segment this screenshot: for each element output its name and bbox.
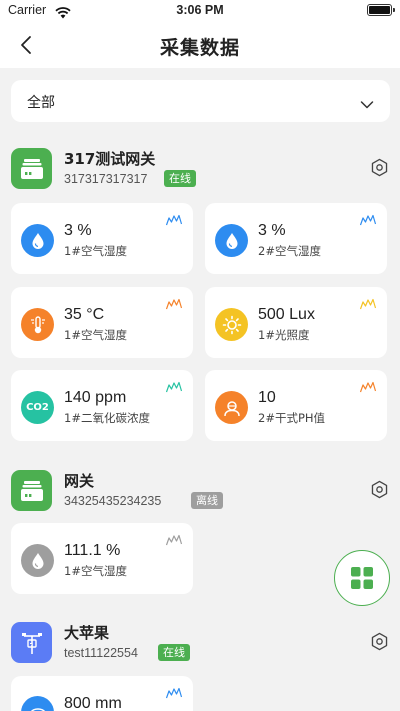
sensor-value: 35 °C xyxy=(64,306,105,323)
settings-hexagon-icon xyxy=(371,158,388,177)
page-title: 采集数据 xyxy=(159,37,240,59)
sensor-card[interactable]: CO2 140 ppm 1#二氧化碳浓度 xyxy=(11,370,193,441)
status-bar: Carrier 3:06 PM xyxy=(0,0,400,22)
status-badge: 在线 xyxy=(164,170,196,187)
sensor-value: 3 % xyxy=(64,222,92,239)
weather-station-icon xyxy=(11,622,52,663)
trend-chart-icon[interactable] xyxy=(359,295,377,314)
trend-chart-icon[interactable] xyxy=(359,378,377,397)
nav-bar: 采集数据 xyxy=(0,22,400,68)
gateway-settings-button[interactable] xyxy=(370,480,389,499)
menu-grid-button[interactable] xyxy=(334,550,390,606)
ph-sensor-icon xyxy=(215,391,248,424)
clock: 3:06 PM xyxy=(176,3,224,17)
sensor-value: 111.1 % xyxy=(64,542,121,559)
sensor-card[interactable]: 500 Lux 1#光照度 xyxy=(205,287,387,358)
co2-icon: CO2 xyxy=(21,391,54,424)
sensor-label: 2#干式PH值 xyxy=(258,411,326,425)
gateway-filter-select[interactable]: 全部 xyxy=(11,80,390,122)
sensor-card[interactable]: 111.1 % 1#空气湿度 xyxy=(11,523,193,594)
gateway-id: 317317317317 xyxy=(64,172,148,186)
sensor-value: 10 xyxy=(258,389,276,406)
sensor-card[interactable]: 3 % 1#空气湿度 xyxy=(11,203,193,274)
gateway-name: 网关 xyxy=(64,472,95,490)
sensor-label: 1#空气湿度 xyxy=(64,564,127,578)
filter-selected-value: 全部 xyxy=(27,95,55,111)
status-badge: 离线 xyxy=(191,492,223,509)
sensor-card[interactable]: 35 °C 1#空气湿度 xyxy=(11,287,193,358)
trend-chart-icon[interactable] xyxy=(165,295,183,314)
sensor-value: 3 % xyxy=(258,222,286,239)
sensor-card[interactable]: 3 % 2#空气湿度 xyxy=(205,203,387,274)
settings-hexagon-icon xyxy=(371,632,388,651)
gateway-icon xyxy=(11,470,52,511)
gateway-name: 317测试网关 xyxy=(64,150,156,168)
gateway-id: test11122554 xyxy=(64,646,138,660)
sensor-value: 500 Lux xyxy=(258,306,315,323)
sensor-label: 1#空气湿度 xyxy=(64,244,127,258)
trend-chart-icon[interactable] xyxy=(165,211,183,230)
humidity-icon xyxy=(21,224,54,257)
gateway-header[interactable]: 网关 34325435234235 离线 xyxy=(0,470,400,520)
chevron-down-icon xyxy=(360,95,374,114)
trend-chart-icon[interactable] xyxy=(165,378,183,397)
gateway-name: 大苹果 xyxy=(64,624,110,642)
battery-icon xyxy=(367,4,395,16)
gateway-id: 34325435234235 xyxy=(64,494,162,508)
gateway-settings-button[interactable] xyxy=(370,632,389,651)
gateway-header[interactable]: 317测试网关 317317317317 在线 xyxy=(0,148,400,198)
grid-icon xyxy=(351,567,373,589)
gateway-header[interactable]: 大苹果 test11122554 在线 xyxy=(0,622,400,672)
trend-chart-icon[interactable] xyxy=(359,211,377,230)
sensor-card[interactable]: 800 mm xyxy=(11,676,193,711)
gateway-icon xyxy=(11,148,52,189)
trend-chart-icon[interactable] xyxy=(165,684,183,703)
sensor-card[interactable]: 10 2#干式PH值 xyxy=(205,370,387,441)
sensor-label: 1#空气湿度 xyxy=(64,328,127,342)
sensor-label: 1#光照度 xyxy=(258,328,310,342)
sensor-value: 800 mm xyxy=(64,695,122,711)
humidity-icon xyxy=(215,224,248,257)
thermometer-icon xyxy=(21,308,54,341)
rain-icon xyxy=(21,696,54,711)
sensor-value: 140 ppm xyxy=(64,389,127,406)
humidity-icon xyxy=(21,544,54,577)
sun-icon xyxy=(215,308,248,341)
sensor-label: 1#二氧化碳浓度 xyxy=(64,411,150,425)
sensor-label: 2#空气湿度 xyxy=(258,244,321,258)
gateway-settings-button[interactable] xyxy=(370,158,389,177)
battery-level xyxy=(369,6,390,14)
trend-chart-icon[interactable] xyxy=(165,531,183,550)
settings-hexagon-icon xyxy=(371,480,388,499)
status-badge: 在线 xyxy=(158,644,190,661)
